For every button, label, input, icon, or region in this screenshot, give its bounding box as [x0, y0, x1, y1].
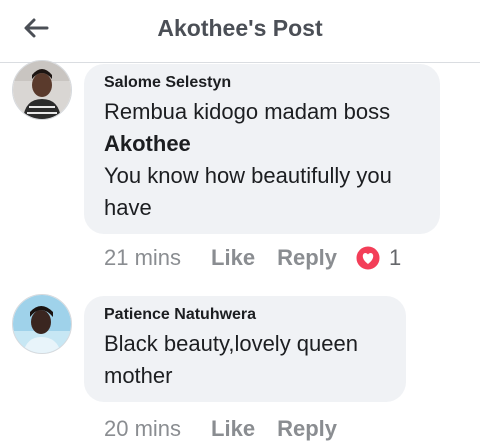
comment-text-line: Black beauty,lovely queen — [104, 331, 358, 356]
comment-timestamp[interactable]: 21 mins — [104, 245, 181, 271]
comment-timestamp[interactable]: 20 mins — [104, 416, 181, 442]
comment-bubble: Patience Natuhwera Black beauty,lovely q… — [84, 296, 406, 402]
avatar[interactable] — [12, 60, 72, 120]
comment-text-line: have — [104, 195, 152, 220]
page-title: Akothee's Post — [157, 15, 323, 41]
comment-bubble: Salome Selestyn Rembua kidogo madam boss… — [84, 64, 440, 234]
comment-text: Black beauty,lovely queen mother — [104, 328, 388, 392]
mention-link[interactable]: Akothee — [104, 128, 422, 160]
reaction-summary[interactable]: 1 — [355, 245, 401, 271]
reply-button[interactable]: Reply — [277, 245, 337, 271]
like-button[interactable]: Like — [211, 245, 255, 271]
reply-button[interactable]: Reply — [277, 416, 337, 442]
reaction-count: 1 — [389, 245, 402, 270]
love-reaction-icon — [355, 245, 381, 271]
comment-author[interactable]: Salome Selestyn — [104, 74, 422, 92]
comment-actions: 21 mins Like Reply 1 — [104, 245, 401, 271]
comment-text-line: Rembua kidogo madam boss — [104, 99, 391, 124]
comment-text: Rembua kidogo madam boss Akothee You kno… — [104, 96, 422, 224]
comment-text-line: mother — [104, 363, 173, 388]
comment-author[interactable]: Patience Natuhwera — [104, 306, 388, 324]
top-bar: Akothee's Post — [0, 0, 480, 63]
comment-text-line: You know how beautifully you — [104, 163, 392, 188]
comment-actions: 20 mins Like Reply — [104, 416, 359, 442]
like-button[interactable]: Like — [211, 416, 255, 442]
avatar[interactable] — [12, 294, 72, 354]
